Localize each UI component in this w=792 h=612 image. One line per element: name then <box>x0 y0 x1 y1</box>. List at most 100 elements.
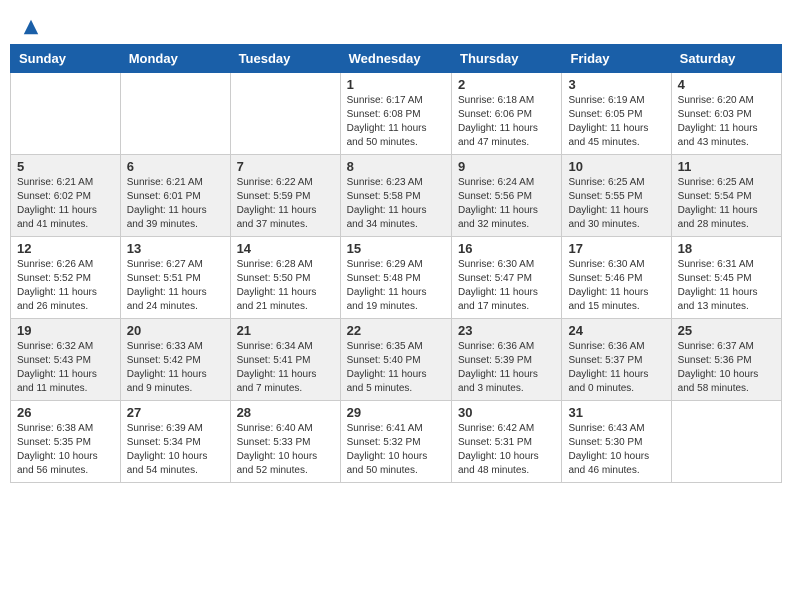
calendar-cell <box>230 73 340 155</box>
calendar-week-row: 12 Sunrise: 6:26 AM Sunset: 5:52 PM Dayli… <box>11 237 782 319</box>
day-number: 22 <box>347 323 445 338</box>
day-number: 7 <box>237 159 334 174</box>
calendar-cell: 4 Sunrise: 6:20 AM Sunset: 6:03 PM Daylig… <box>671 73 781 155</box>
day-info: Sunrise: 6:41 AM Sunset: 5:32 PM Dayligh… <box>347 422 445 478</box>
calendar-cell: 25Sunrise: 6:37 AM Sunset: 5:36 PM Dayli… <box>671 319 781 401</box>
day-info: Sunrise: 6:25 AM Sunset: 5:54 PM Dayligh… <box>678 176 775 232</box>
day-number: 14 <box>237 241 334 256</box>
day-number: 28 <box>237 405 334 420</box>
calendar-cell: 17 Sunrise: 6:30 AM Sunset: 5:46 PM Dayli… <box>562 237 671 319</box>
calendar-cell: 10 Sunrise: 6:25 AM Sunset: 5:55 PM Dayli… <box>562 155 671 237</box>
day-info: Sunrise: 6:18 AM Sunset: 6:06 PM Dayligh… <box>458 94 555 150</box>
calendar-cell: 30Sunrise: 6:42 AM Sunset: 5:31 PM Dayli… <box>452 401 562 483</box>
day-info: Sunrise: 6:25 AM Sunset: 5:55 PM Dayligh… <box>568 176 664 232</box>
day-info: Sunrise: 6:26 AM Sunset: 5:52 PM Dayligh… <box>17 258 114 314</box>
day-info: Sunrise: 6:30 AM Sunset: 5:47 PM Dayligh… <box>458 258 555 314</box>
calendar-cell: 29Sunrise: 6:41 AM Sunset: 5:32 PM Dayli… <box>340 401 451 483</box>
logo <box>20 18 40 36</box>
weekday-header: Monday <box>120 45 230 73</box>
calendar-week-row: 26 Sunrise: 6:38 AM Sunset: 5:35 PM Dayli… <box>11 401 782 483</box>
calendar-cell <box>120 73 230 155</box>
day-info: Sunrise: 6:38 AM Sunset: 5:35 PM Dayligh… <box>17 422 114 478</box>
day-number: 10 <box>568 159 664 174</box>
day-number: 15 <box>347 241 445 256</box>
day-number: 13 <box>127 241 224 256</box>
day-number: 3 <box>568 77 664 92</box>
day-number: 9 <box>458 159 555 174</box>
calendar-week-row: 5 Sunrise: 6:21 AM Sunset: 6:02 PM Daylig… <box>11 155 782 237</box>
day-info: Sunrise: 6:43 AM Sunset: 5:30 PM Dayligh… <box>568 422 664 478</box>
calendar-cell: 16 Sunrise: 6:30 AM Sunset: 5:47 PM Dayli… <box>452 237 562 319</box>
calendar-week-row: 1Sunrise: 6:17 AM Sunset: 6:08 PM Daylig… <box>11 73 782 155</box>
weekday-header: Wednesday <box>340 45 451 73</box>
calendar-cell: 27Sunrise: 6:39 AM Sunset: 5:34 PM Dayli… <box>120 401 230 483</box>
day-info: Sunrise: 6:21 AM Sunset: 6:02 PM Dayligh… <box>17 176 114 232</box>
day-info: Sunrise: 6:35 AM Sunset: 5:40 PM Dayligh… <box>347 340 445 396</box>
day-info: Sunrise: 6:30 AM Sunset: 5:46 PM Dayligh… <box>568 258 664 314</box>
calendar-week-row: 19 Sunrise: 6:32 AM Sunset: 5:43 PM Dayli… <box>11 319 782 401</box>
day-number: 21 <box>237 323 334 338</box>
weekday-header: Friday <box>562 45 671 73</box>
day-number: 30 <box>458 405 555 420</box>
weekday-header: Saturday <box>671 45 781 73</box>
day-number: 27 <box>127 405 224 420</box>
day-number: 26 <box>17 405 114 420</box>
calendar-cell: 7 Sunrise: 6:22 AM Sunset: 5:59 PM Daylig… <box>230 155 340 237</box>
weekday-header: Thursday <box>452 45 562 73</box>
calendar-cell: 24Sunrise: 6:36 AM Sunset: 5:37 PM Dayli… <box>562 319 671 401</box>
day-info: Sunrise: 6:36 AM Sunset: 5:39 PM Dayligh… <box>458 340 555 396</box>
day-info: Sunrise: 6:20 AM Sunset: 6:03 PM Dayligh… <box>678 94 775 150</box>
day-number: 12 <box>17 241 114 256</box>
day-number: 20 <box>127 323 224 338</box>
logo-icon <box>22 18 40 36</box>
day-info: Sunrise: 6:33 AM Sunset: 5:42 PM Dayligh… <box>127 340 224 396</box>
day-number: 19 <box>17 323 114 338</box>
calendar-cell: 6Sunrise: 6:21 AM Sunset: 6:01 PM Daylig… <box>120 155 230 237</box>
calendar-cell: 8 Sunrise: 6:23 AM Sunset: 5:58 PM Daylig… <box>340 155 451 237</box>
day-number: 2 <box>458 77 555 92</box>
day-info: Sunrise: 6:22 AM Sunset: 5:59 PM Dayligh… <box>237 176 334 232</box>
calendar-cell: 11Sunrise: 6:25 AM Sunset: 5:54 PM Dayli… <box>671 155 781 237</box>
day-info: Sunrise: 6:17 AM Sunset: 6:08 PM Dayligh… <box>347 94 445 150</box>
calendar-cell <box>671 401 781 483</box>
calendar-cell: 23 Sunrise: 6:36 AM Sunset: 5:39 PM Dayli… <box>452 319 562 401</box>
calendar-cell <box>11 73 121 155</box>
calendar-cell: 2 Sunrise: 6:18 AM Sunset: 6:06 PM Daylig… <box>452 73 562 155</box>
calendar-cell: 1Sunrise: 6:17 AM Sunset: 6:08 PM Daylig… <box>340 73 451 155</box>
day-info: Sunrise: 6:19 AM Sunset: 6:05 PM Dayligh… <box>568 94 664 150</box>
calendar-cell: 12 Sunrise: 6:26 AM Sunset: 5:52 PM Dayli… <box>11 237 121 319</box>
weekday-header: Tuesday <box>230 45 340 73</box>
calendar-cell: 3 Sunrise: 6:19 AM Sunset: 6:05 PM Daylig… <box>562 73 671 155</box>
day-number: 18 <box>678 241 775 256</box>
day-info: Sunrise: 6:32 AM Sunset: 5:43 PM Dayligh… <box>17 340 114 396</box>
page-header <box>10 10 782 36</box>
calendar-cell: 26 Sunrise: 6:38 AM Sunset: 5:35 PM Dayli… <box>11 401 121 483</box>
calendar-cell: 9 Sunrise: 6:24 AM Sunset: 5:56 PM Daylig… <box>452 155 562 237</box>
day-number: 31 <box>568 405 664 420</box>
day-info: Sunrise: 6:28 AM Sunset: 5:50 PM Dayligh… <box>237 258 334 314</box>
calendar-header-row: SundayMondayTuesdayWednesdayThursdayFrid… <box>11 45 782 73</box>
day-number: 5 <box>17 159 114 174</box>
day-info: Sunrise: 6:23 AM Sunset: 5:58 PM Dayligh… <box>347 176 445 232</box>
calendar-cell: 22 Sunrise: 6:35 AM Sunset: 5:40 PM Dayli… <box>340 319 451 401</box>
calendar-table: SundayMondayTuesdayWednesdayThursdayFrid… <box>10 44 782 483</box>
day-info: Sunrise: 6:29 AM Sunset: 5:48 PM Dayligh… <box>347 258 445 314</box>
calendar-cell: 19 Sunrise: 6:32 AM Sunset: 5:43 PM Dayli… <box>11 319 121 401</box>
day-number: 17 <box>568 241 664 256</box>
calendar-cell: 5 Sunrise: 6:21 AM Sunset: 6:02 PM Daylig… <box>11 155 121 237</box>
calendar-cell: 15 Sunrise: 6:29 AM Sunset: 5:48 PM Dayli… <box>340 237 451 319</box>
day-number: 16 <box>458 241 555 256</box>
day-info: Sunrise: 6:24 AM Sunset: 5:56 PM Dayligh… <box>458 176 555 232</box>
day-info: Sunrise: 6:27 AM Sunset: 5:51 PM Dayligh… <box>127 258 224 314</box>
day-number: 25 <box>678 323 775 338</box>
day-info: Sunrise: 6:34 AM Sunset: 5:41 PM Dayligh… <box>237 340 334 396</box>
calendar-cell: 28Sunrise: 6:40 AM Sunset: 5:33 PM Dayli… <box>230 401 340 483</box>
day-number: 24 <box>568 323 664 338</box>
day-info: Sunrise: 6:21 AM Sunset: 6:01 PM Dayligh… <box>127 176 224 232</box>
day-number: 23 <box>458 323 555 338</box>
calendar-cell: 18Sunrise: 6:31 AM Sunset: 5:45 PM Dayli… <box>671 237 781 319</box>
day-number: 4 <box>678 77 775 92</box>
calendar-cell: 21 Sunrise: 6:34 AM Sunset: 5:41 PM Dayli… <box>230 319 340 401</box>
calendar-cell: 13 Sunrise: 6:27 AM Sunset: 5:51 PM Dayli… <box>120 237 230 319</box>
day-number: 8 <box>347 159 445 174</box>
